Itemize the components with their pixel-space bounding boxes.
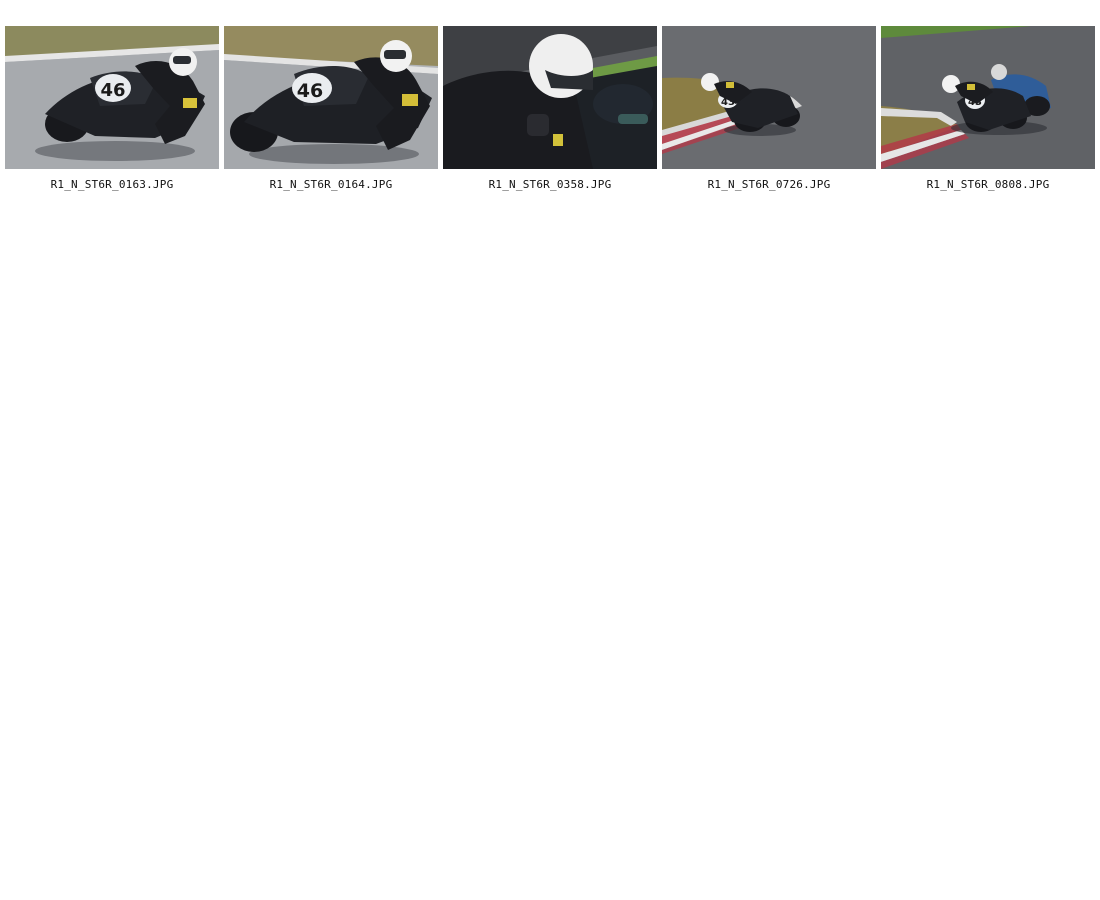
photo-motorcycle-racer-1: 46 <box>5 26 219 169</box>
race-number-label: 46 <box>100 80 125 101</box>
photo-motorcycle-racer-3 <box>443 26 657 169</box>
photo-motorcycle-racer-2: 46 <box>224 26 438 169</box>
thumbnail-image-link[interactable]: 46 <box>224 26 438 169</box>
thumbnail-item[interactable]: R1_N_ST6R_0358.JPG <box>443 26 657 191</box>
photo-motorcycle-racer-4: 43 <box>662 26 876 169</box>
thumbnail-item[interactable]: 43 R1_N_ST6R_0808.JPG <box>881 26 1095 191</box>
thumbnail-image-link[interactable]: 43 <box>662 26 876 169</box>
thumbnail-gallery: 46 R1_N_ST6R_0163.JPG 46 R1_N_ST6R_0164.… <box>5 26 1095 191</box>
photo-motorcycle-racer-5: 43 <box>881 26 1095 169</box>
race-number-label: 46 <box>297 80 323 102</box>
thumbnail-filename[interactable]: R1_N_ST6R_0726.JPG <box>708 178 831 191</box>
thumbnail-item[interactable]: 43 R1_N_ST6R_0726.JPG <box>662 26 876 191</box>
thumbnail-image-link[interactable]: 43 <box>881 26 1095 169</box>
thumbnail-image-link[interactable] <box>443 26 657 169</box>
thumbnail-filename[interactable]: R1_N_ST6R_0163.JPG <box>51 178 174 191</box>
thumbnail-image-link[interactable]: 46 <box>5 26 219 169</box>
thumbnail-item[interactable]: 46 R1_N_ST6R_0164.JPG <box>224 26 438 191</box>
thumbnail-filename[interactable]: R1_N_ST6R_0358.JPG <box>489 178 612 191</box>
thumbnail-filename[interactable]: R1_N_ST6R_0808.JPG <box>927 178 1050 191</box>
thumbnail-filename[interactable]: R1_N_ST6R_0164.JPG <box>270 178 393 191</box>
thumbnail-item[interactable]: 46 R1_N_ST6R_0163.JPG <box>5 26 219 191</box>
